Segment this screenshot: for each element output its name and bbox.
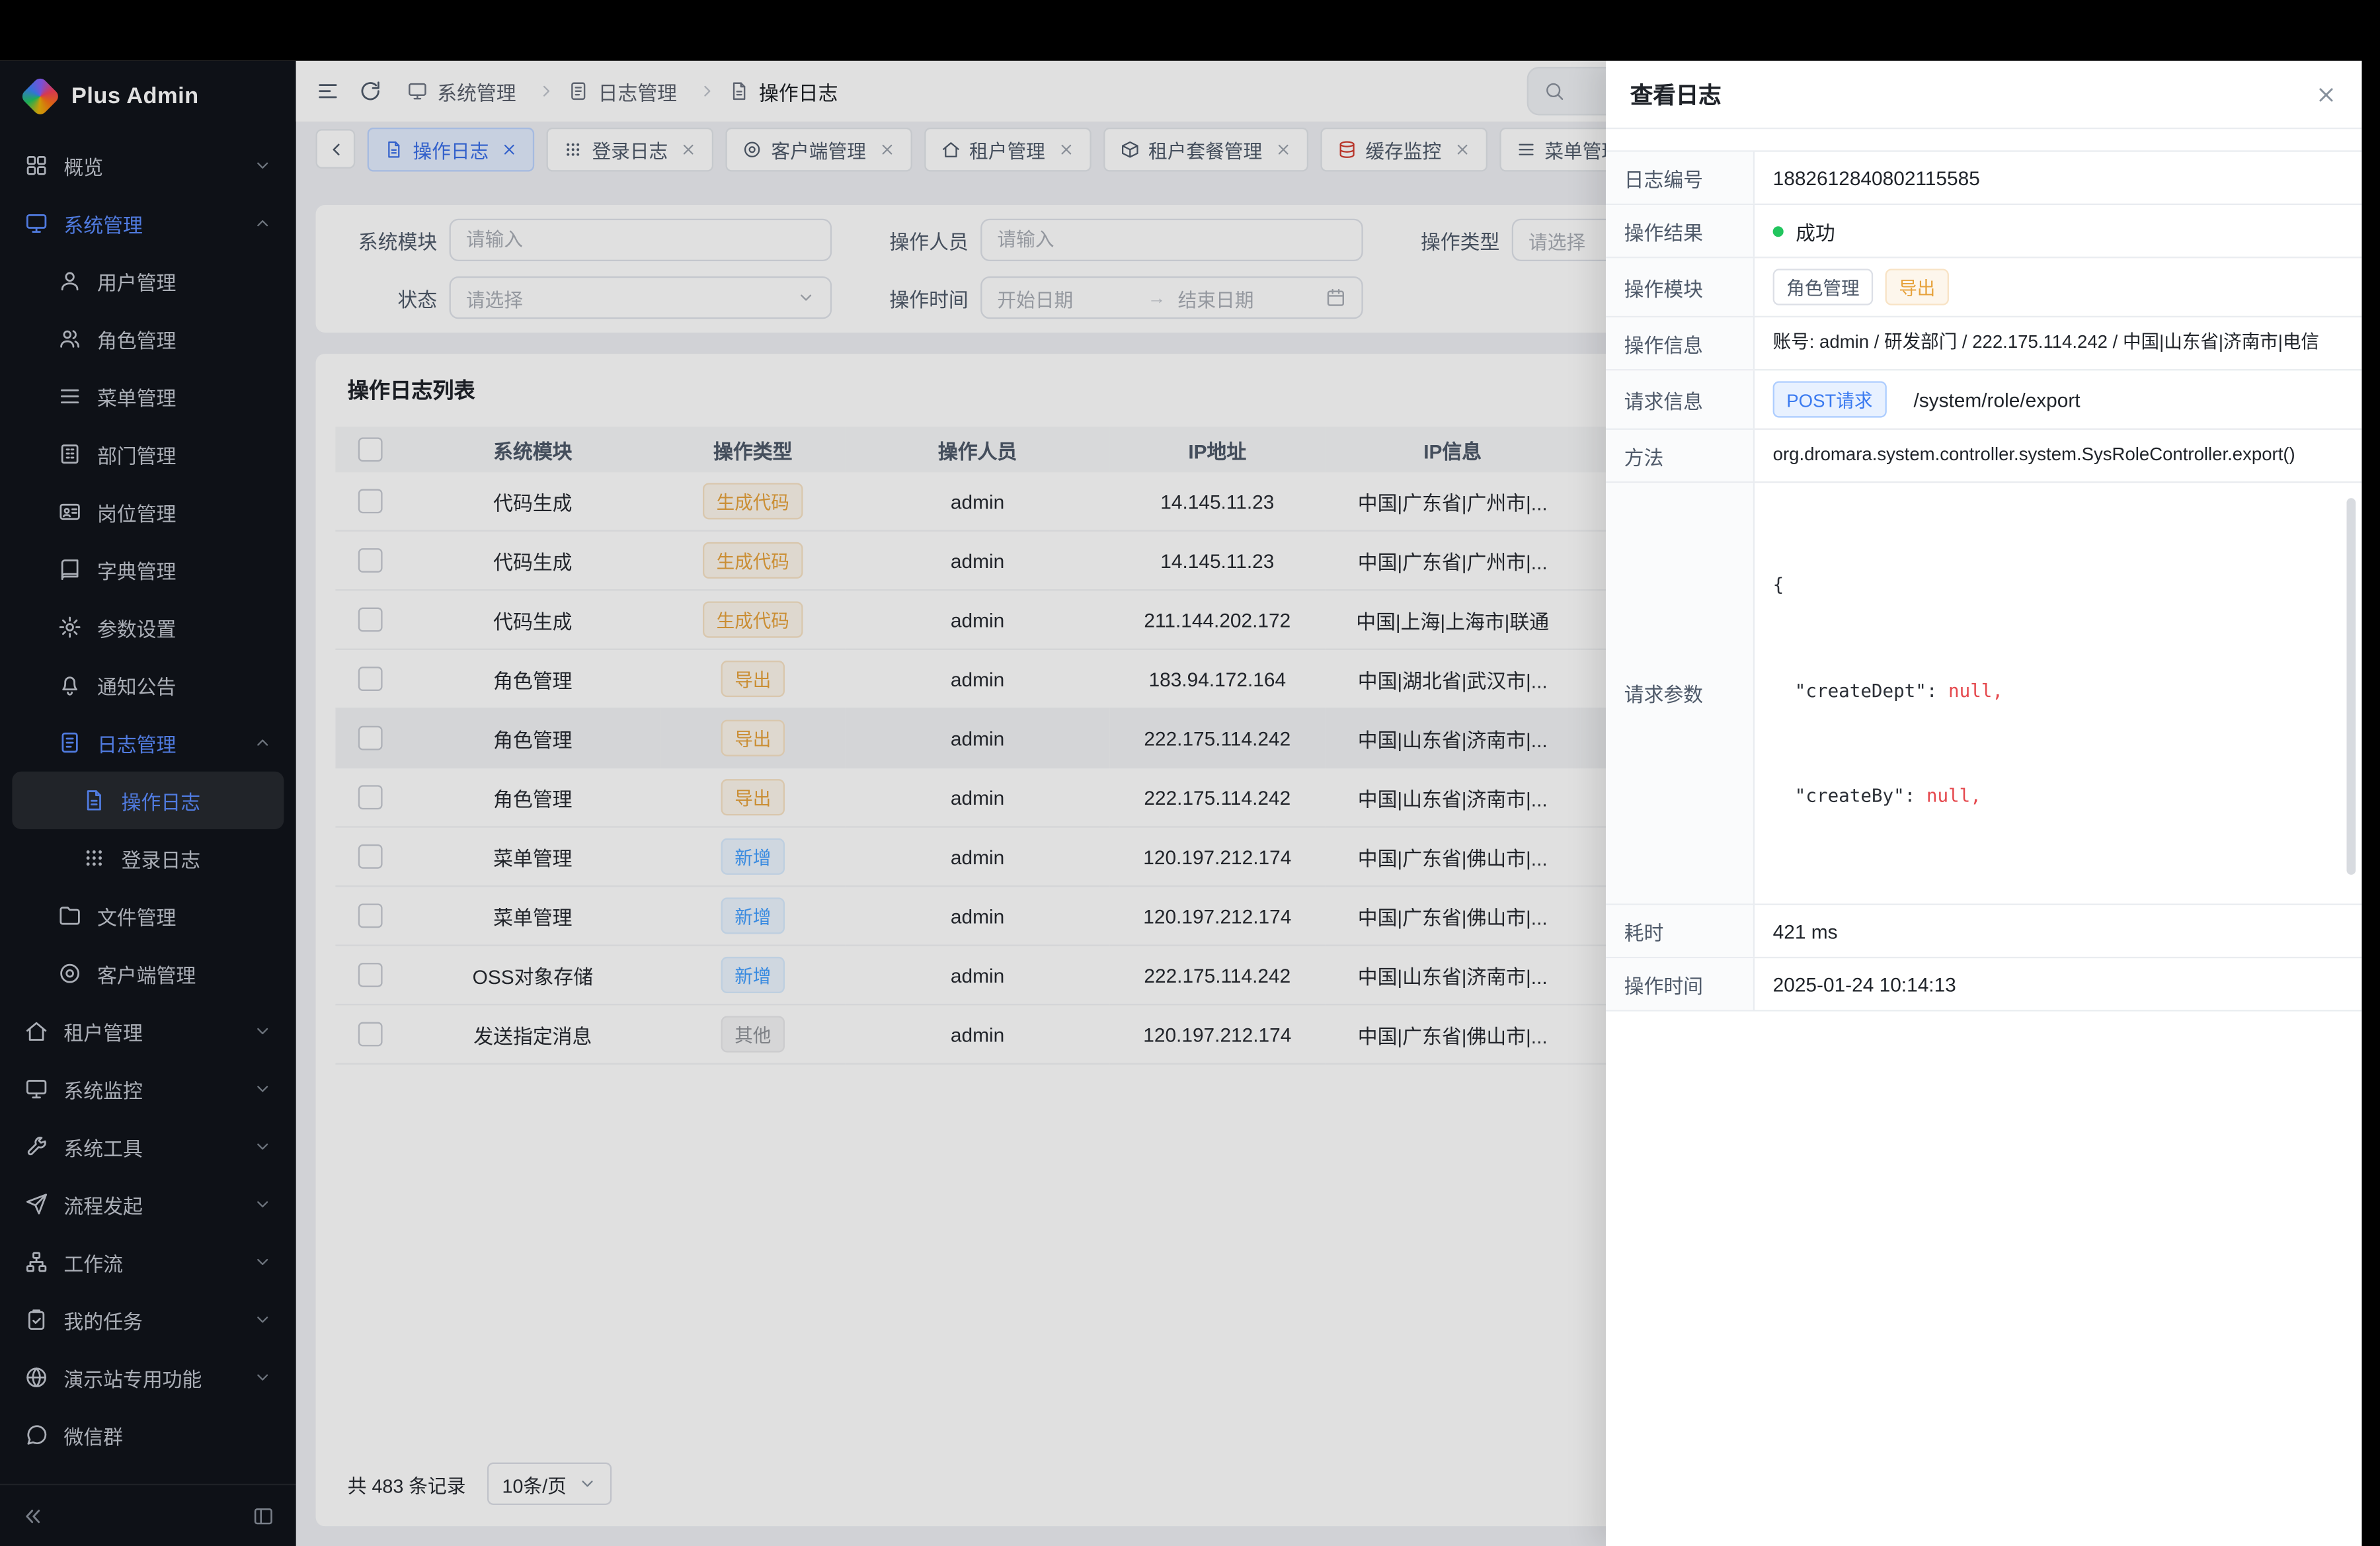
method-value: org.dromara.system.controller.system.Sys…: [1755, 430, 2361, 481]
detail-row-request: 请求信息 POST请求 /system/role/export: [1606, 370, 2361, 430]
scrollbar-thumb[interactable]: [2346, 498, 2356, 875]
json-line: "createDept": null,: [1773, 678, 2344, 705]
json-line: {: [1773, 573, 2344, 599]
operation-info-value: 账号: admin / 研发部门 / 222.175.114.242 / 中国|…: [1755, 317, 2361, 369]
duration-value: 421 ms: [1755, 905, 2361, 957]
action-tag: 导出: [1885, 269, 1949, 305]
close-icon[interactable]: [2315, 83, 2337, 105]
json-code-block[interactable]: { "createDept": null, "createBy": null, …: [1773, 493, 2344, 889]
screen: Plus Admin 概览 系统管理: [0, 0, 2380, 1546]
log-id-value: 1882612840802115585: [1755, 152, 2361, 204]
request-url: /system/role/export: [1913, 388, 2080, 411]
json-line: "createBy": null,: [1773, 784, 2344, 811]
request-info-value: POST请求 /system/role/export: [1755, 370, 2361, 428]
log-detail-drawer: 查看日志 日志编号 1882612840802115585 操作结果 成功: [1606, 61, 2361, 1546]
request-params-value: { "createDept": null, "createBy": null, …: [1755, 483, 2361, 903]
http-method-tag: POST请求: [1773, 381, 1886, 417]
success-dot-icon: [1773, 225, 1784, 236]
detail-row-result: 操作结果 成功: [1606, 205, 2361, 258]
drawer-title: 查看日志: [1630, 78, 1722, 110]
module-value: 角色管理 导出: [1755, 258, 2361, 315]
operation-time-value: 2025-01-24 10:14:13: [1755, 958, 2361, 1010]
detail-row-info: 操作信息 账号: admin / 研发部门 / 222.175.114.242 …: [1606, 317, 2361, 370]
drawer-header: 查看日志: [1606, 61, 2361, 129]
detail-row-params: 请求参数 { "createDept": null, "createBy": n…: [1606, 483, 2361, 905]
app-window: Plus Admin 概览 系统管理: [0, 61, 2361, 1546]
detail-row-time: 操作时间 2025-01-24 10:14:13: [1606, 958, 2361, 1011]
detail-row-duration: 耗时 421 ms: [1606, 905, 2361, 958]
result-value: 成功: [1755, 205, 2361, 257]
log-detail-table: 日志编号 1882612840802115585 操作结果 成功 操作模块: [1606, 150, 2361, 1011]
drawer-body: 日志编号 1882612840802115585 操作结果 成功 操作模块: [1606, 129, 2361, 1011]
detail-row-method: 方法 org.dromara.system.controller.system.…: [1606, 430, 2361, 483]
module-tag: 角色管理: [1773, 269, 1874, 305]
detail-row-log-id: 日志编号 1882612840802115585: [1606, 152, 2361, 205]
detail-row-module: 操作模块 角色管理 导出: [1606, 258, 2361, 317]
